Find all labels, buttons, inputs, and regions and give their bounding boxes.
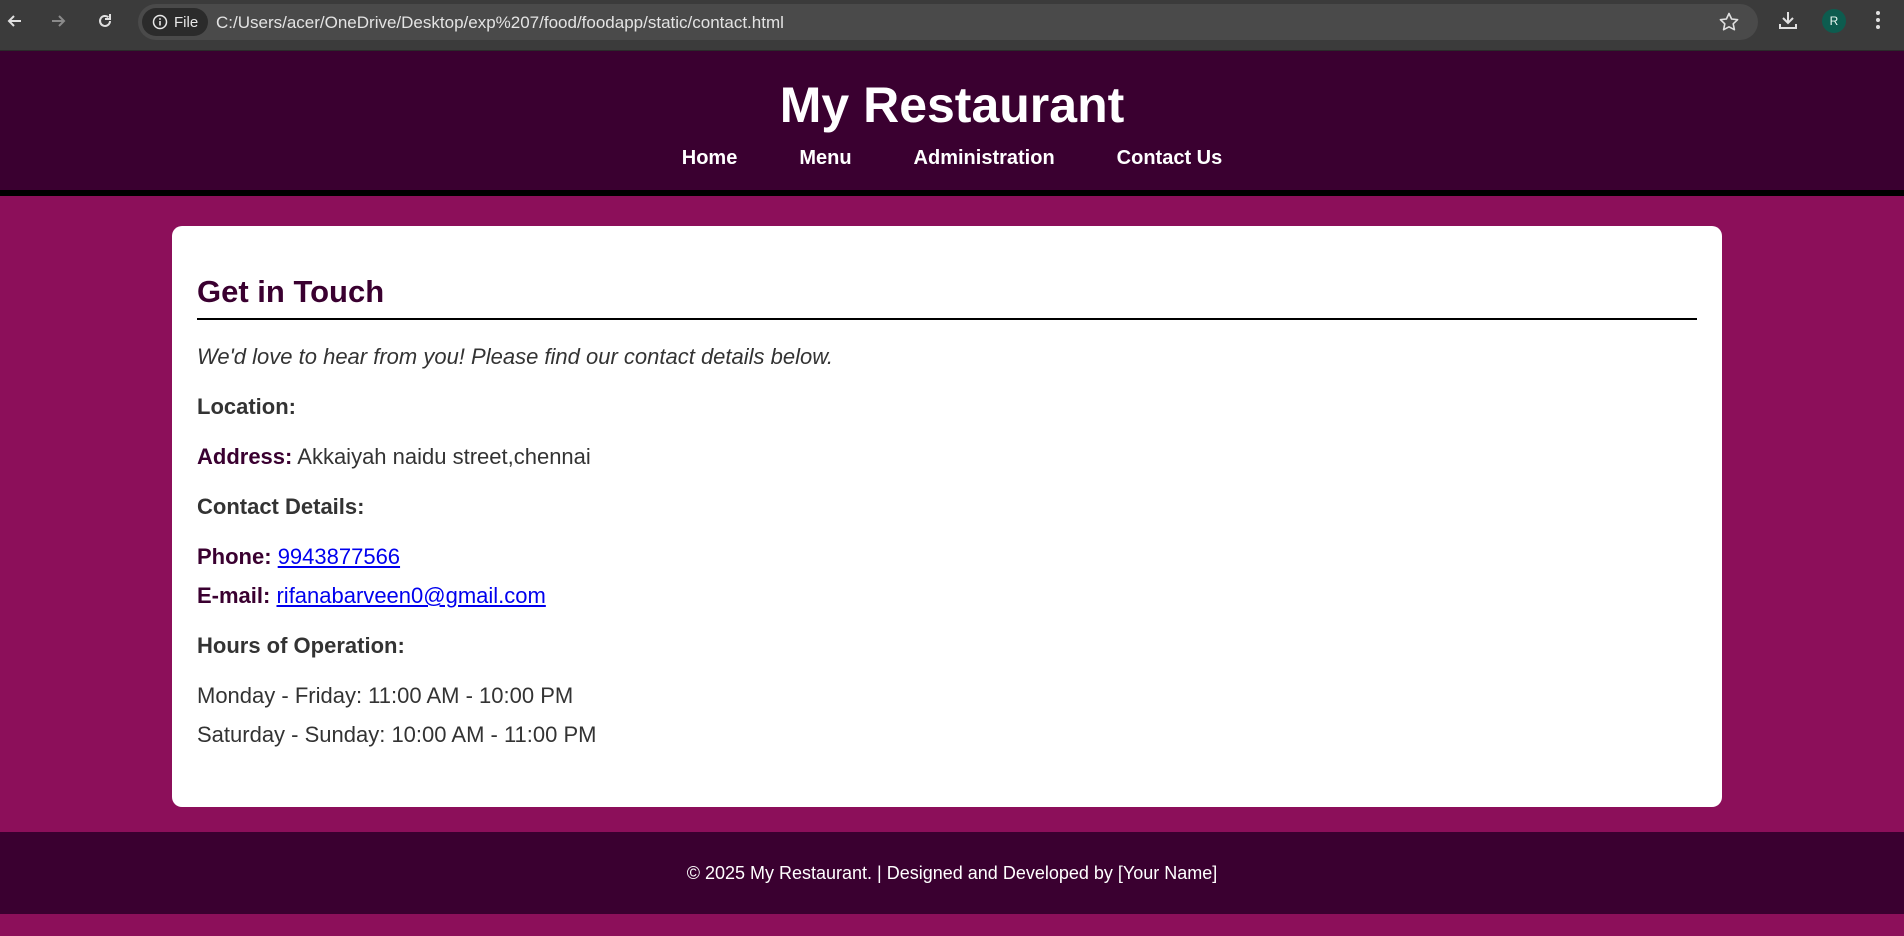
email-link[interactable]: rifanabarveen0@gmail.com bbox=[276, 583, 545, 608]
info-icon bbox=[152, 14, 168, 30]
browser-menu-button[interactable] bbox=[1866, 8, 1890, 37]
bookmark-star-button[interactable] bbox=[1718, 11, 1740, 38]
address-bar[interactable]: File C:/Users/acer/OneDrive/Desktop/exp%… bbox=[138, 4, 1758, 40]
url-text[interactable]: C:/Users/acer/OneDrive/Desktop/exp%207/f… bbox=[216, 13, 784, 33]
address-line: Address: Akkaiyah naidu street,chennai bbox=[197, 444, 1697, 470]
hours-weekday: Monday - Friday: 11:00 AM - 10:00 PM bbox=[197, 683, 574, 708]
nav-link-contact-us[interactable]: Contact Us bbox=[1086, 147, 1254, 170]
nav-link-menu[interactable]: Menu bbox=[768, 147, 882, 170]
contact-heading: Get in Touch bbox=[197, 226, 1697, 320]
profile-avatar[interactable]: R bbox=[1822, 9, 1846, 33]
download-icon bbox=[1779, 12, 1797, 29]
forward-arrow-icon bbox=[52, 15, 66, 27]
back-arrow-icon bbox=[7, 15, 21, 27]
site-header: My Restaurant Home Menu Administration C… bbox=[0, 51, 1904, 196]
contact-intro: We'd love to hear from you! Please find … bbox=[197, 344, 834, 369]
hours-weekend: Saturday - Sunday: 10:00 AM - 11:00 PM bbox=[197, 722, 597, 747]
site-footer: © 2025 My Restaurant. | Designed and Dev… bbox=[0, 832, 1904, 914]
nav-link-home[interactable]: Home bbox=[651, 147, 769, 170]
contact-card: Get in Touch We'd love to hear from you!… bbox=[172, 226, 1722, 807]
reload-icon bbox=[99, 14, 111, 27]
site-title: My Restaurant bbox=[779, 77, 1125, 133]
email-label: E-mail: bbox=[197, 583, 271, 608]
address-value: Akkaiyah naidu street,chennai bbox=[297, 444, 591, 469]
phone-line: Phone: 9943877566 bbox=[197, 544, 1697, 570]
browser-toolbar: File C:/Users/acer/OneDrive/Desktop/exp%… bbox=[0, 0, 1904, 51]
downloads-button[interactable] bbox=[1776, 8, 1800, 37]
phone-label: Phone: bbox=[197, 544, 272, 569]
main-nav: Home Menu Administration Contact Us bbox=[0, 147, 1904, 170]
address-label: Address: bbox=[197, 444, 293, 469]
site-chip-label: File bbox=[174, 13, 199, 31]
hours-heading: Hours of Operation: bbox=[197, 633, 405, 658]
kebab-menu-icon bbox=[1876, 11, 1880, 29]
contact-details-heading: Contact Details: bbox=[197, 494, 365, 519]
email-line: E-mail: rifanabarveen0@gmail.com bbox=[197, 583, 1697, 609]
forward-button[interactable] bbox=[45, 8, 71, 34]
back-button[interactable] bbox=[2, 8, 28, 34]
phone-link[interactable]: 9943877566 bbox=[278, 544, 400, 569]
site-info-chip[interactable]: File bbox=[142, 8, 209, 36]
nav-link-administration[interactable]: Administration bbox=[883, 147, 1086, 170]
reload-button[interactable] bbox=[92, 8, 118, 34]
footer-text: © 2025 My Restaurant. | Designed and Dev… bbox=[686, 862, 1218, 883]
location-heading: Location: bbox=[197, 394, 296, 419]
star-icon bbox=[1719, 12, 1739, 31]
